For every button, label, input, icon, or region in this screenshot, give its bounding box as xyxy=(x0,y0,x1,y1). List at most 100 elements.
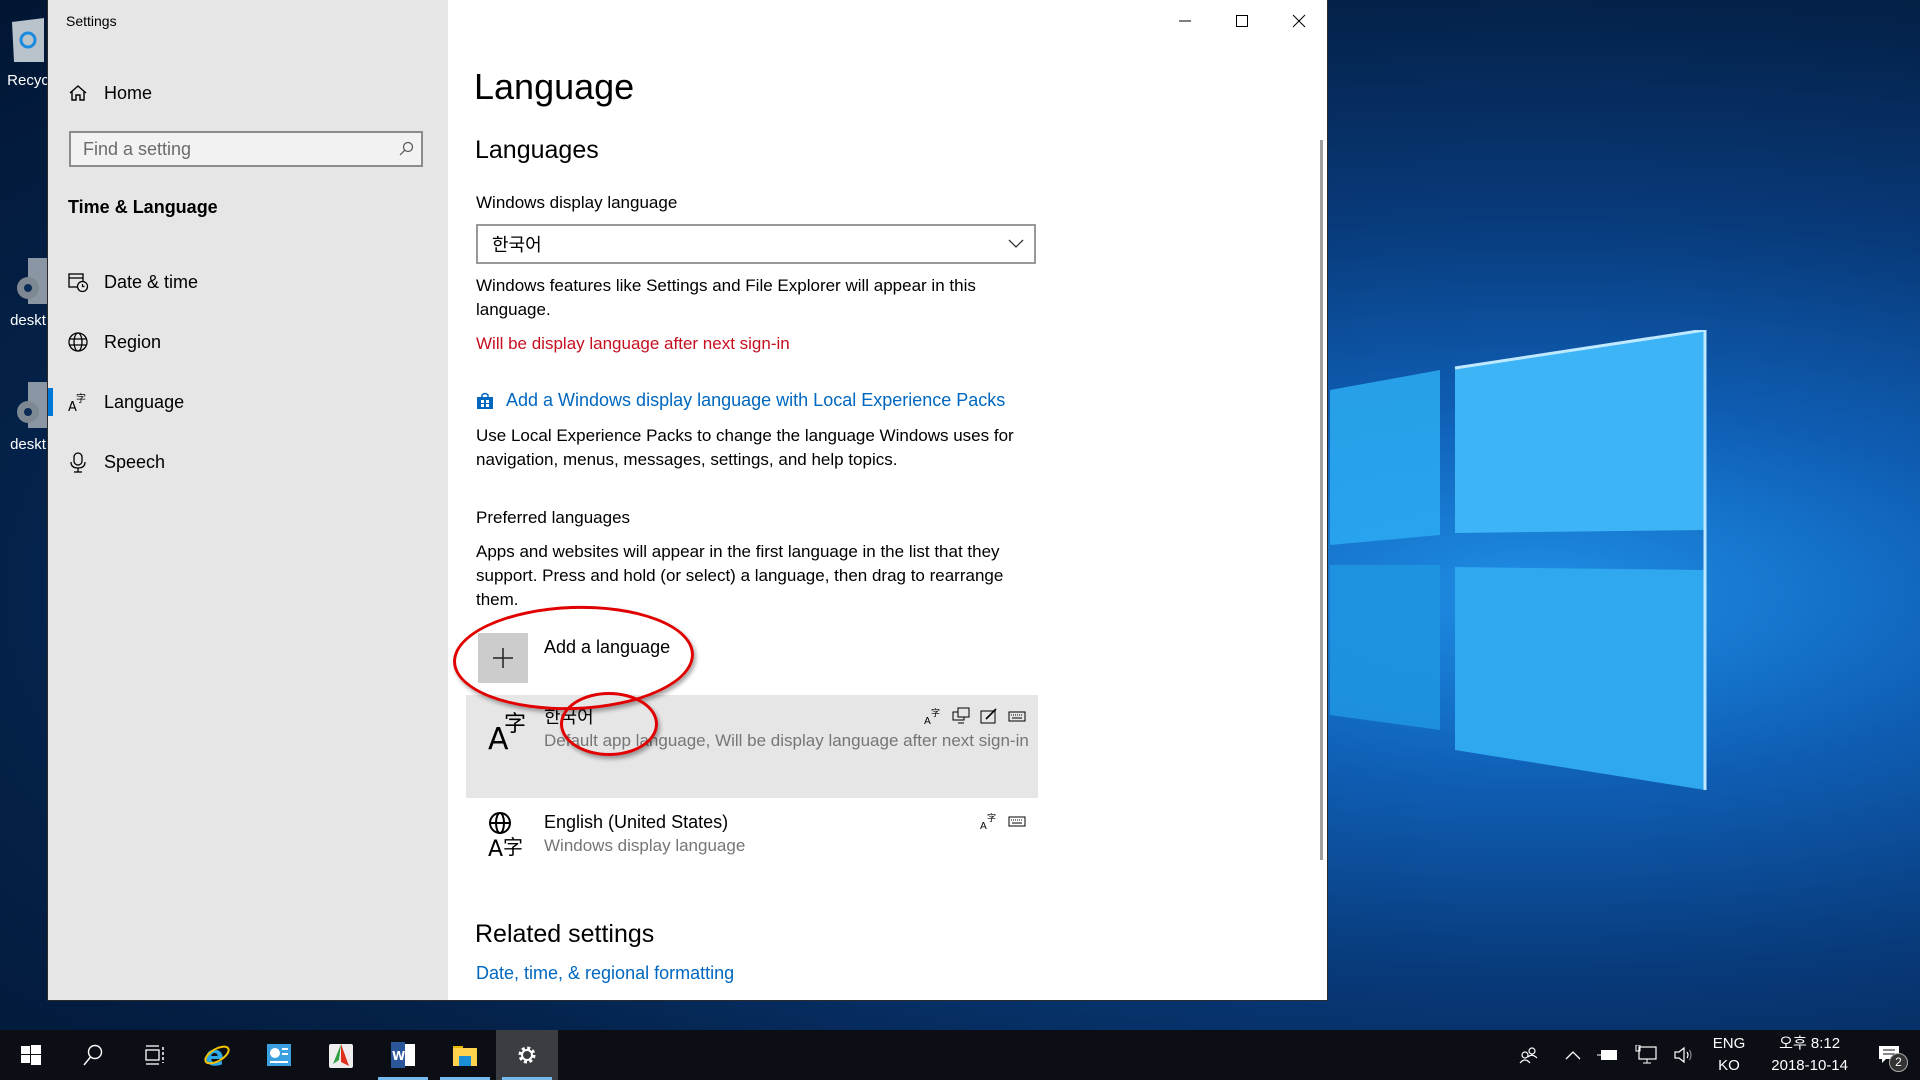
search-icon xyxy=(83,1044,103,1066)
keyboard-icon xyxy=(1008,816,1026,827)
svg-text:字: 字 xyxy=(931,707,940,719)
store-bag-icon xyxy=(477,392,493,409)
desktop-icon-label: deskt xyxy=(10,312,46,329)
handwriting-icon xyxy=(980,708,997,724)
home-icon xyxy=(66,81,90,105)
preferred-languages-label: Preferred languages xyxy=(476,508,631,527)
chevron-down-icon xyxy=(1008,239,1024,248)
recycle-bin-icon xyxy=(12,18,44,62)
svg-text:字: 字 xyxy=(76,392,86,405)
lxp-link[interactable]: Add a Windows display language with Loca… xyxy=(506,390,1005,411)
display-language-description: Windows features like Settings and File … xyxy=(476,276,976,319)
file-explorer-icon xyxy=(453,1046,477,1066)
settings-window: Settings Home Time & Language Date & tim… xyxy=(48,0,1327,1000)
calendar-clock-icon xyxy=(66,270,90,294)
system-tray: ENG KO 오후 8:12 2018-10-14 2 xyxy=(1511,1030,1920,1080)
volume-button[interactable] xyxy=(1665,1030,1701,1080)
settings-gear-icon xyxy=(518,1046,536,1064)
add-language-button[interactable]: Add a language xyxy=(478,633,670,683)
add-language-label: Add a language xyxy=(544,637,671,657)
search-box[interactable] xyxy=(69,131,423,167)
section-title: Time & Language xyxy=(68,197,218,217)
notification-count-badge: 2 xyxy=(1889,1053,1908,1072)
related-settings-heading: Related settings xyxy=(475,920,655,948)
desktop-icon-label: deskt xyxy=(10,436,46,453)
search-input[interactable] xyxy=(71,137,391,161)
control-panel-icon xyxy=(267,1044,291,1066)
language-list-item[interactable]: A 字 English (United States) Windows disp… xyxy=(466,800,1038,880)
sidebar-item-region[interactable]: Region xyxy=(48,320,448,364)
page-title: Language xyxy=(474,66,635,107)
people-icon xyxy=(1519,1047,1538,1064)
battery-icon xyxy=(1596,1050,1617,1060)
windows-start-icon xyxy=(21,1045,41,1065)
svg-text:字: 字 xyxy=(503,835,523,858)
input-language-top: ENG xyxy=(1712,1035,1746,1052)
sidebar-item-label: Region xyxy=(104,331,162,352)
language-globe-icon: A 字 xyxy=(488,812,523,858)
clock-button[interactable]: 오후 8:12 2018-10-14 xyxy=(1757,1030,1862,1080)
show-hidden-icons-button[interactable] xyxy=(1547,1030,1589,1080)
svg-text:A: A xyxy=(924,716,931,725)
display-language-dropdown[interactable]: 한국어 xyxy=(476,224,1036,264)
language-features: A字 xyxy=(924,707,1026,725)
language-pack-icon: A字 xyxy=(980,812,996,830)
home-button[interactable]: Home xyxy=(66,78,152,108)
sidebar-item-language[interactable]: A字 Language xyxy=(48,380,448,424)
settings-gear-icon xyxy=(17,258,48,304)
language-icon: A字 xyxy=(66,390,90,414)
language-description: Default app language, Will be display la… xyxy=(544,731,1029,750)
scrollbar[interactable] xyxy=(1320,140,1323,860)
svg-text:W: W xyxy=(392,1049,405,1063)
taskbar: e W ENG KO 오후 8:12 2018-10-14 2 xyxy=(0,1030,1920,1080)
preferred-languages-description: Apps and websites will appear in the fir… xyxy=(476,542,1004,609)
svg-text:字: 字 xyxy=(504,712,526,737)
search-icon[interactable] xyxy=(391,141,421,157)
home-label: Home xyxy=(104,82,153,103)
language-icon: A 字 xyxy=(488,712,526,753)
regional-formatting-link[interactable]: Date, time, & regional formatting xyxy=(476,963,734,984)
app-red-green-icon xyxy=(329,1044,353,1068)
window-title: Settings xyxy=(66,13,117,29)
main-content: Language Languages Windows display langu… xyxy=(448,0,1327,1000)
taskbar-app-settings[interactable] xyxy=(496,1030,558,1080)
lxp-description: Use Local Experience Packs to change the… xyxy=(476,426,1014,469)
volume-icon xyxy=(1674,1046,1692,1064)
network-icon xyxy=(1635,1045,1657,1064)
taskbar-app-word[interactable]: W xyxy=(372,1030,434,1080)
display-language-value: 한국어 xyxy=(492,235,542,255)
language-list-item[interactable]: A 字 한국어 Default app language, Will be di… xyxy=(466,695,1038,798)
clock-date: 2018-10-14 xyxy=(1771,1057,1848,1074)
language-name: English (United States) xyxy=(544,812,729,832)
task-view-button[interactable] xyxy=(124,1030,186,1080)
globe-icon xyxy=(66,330,90,354)
taskbar-app-internet-explorer[interactable]: e xyxy=(186,1030,248,1080)
taskbar-app-file-explorer[interactable] xyxy=(434,1030,496,1080)
battery-button[interactable] xyxy=(1589,1030,1627,1080)
action-center-button[interactable]: 2 xyxy=(1862,1030,1920,1080)
display-language-warning: Will be display language after next sign… xyxy=(476,334,790,353)
input-language-button[interactable]: ENG KO xyxy=(1701,1030,1758,1080)
sidebar-item-label: Speech xyxy=(104,451,166,472)
chevron-up-icon xyxy=(1565,1051,1581,1060)
svg-text:A: A xyxy=(488,837,503,858)
plus-icon xyxy=(478,633,528,683)
task-view-icon xyxy=(145,1045,164,1065)
windows-logo-wallpaper xyxy=(1330,330,1707,790)
sidebar-item-date-time[interactable]: Date & time xyxy=(48,260,448,304)
keyboard-icon xyxy=(1008,711,1026,722)
taskbar-app-control-panel[interactable] xyxy=(248,1030,310,1080)
taskbar-app-red-green[interactable] xyxy=(310,1030,372,1080)
language-pack-icon: A字 xyxy=(924,707,940,725)
sidebar-item-label: Language xyxy=(104,391,185,412)
people-button[interactable] xyxy=(1511,1030,1547,1080)
display-language-icon xyxy=(952,707,970,724)
language-description: Windows display language xyxy=(544,836,746,855)
lxp-link-row[interactable]: Add a Windows display language with Loca… xyxy=(476,390,1005,411)
search-button[interactable] xyxy=(62,1030,124,1080)
start-button[interactable] xyxy=(0,1030,62,1080)
sidebar-item-label: Date & time xyxy=(104,271,199,292)
sidebar-item-speech[interactable]: Speech xyxy=(48,440,448,484)
svg-text:A: A xyxy=(980,821,987,830)
network-button[interactable] xyxy=(1627,1030,1665,1080)
